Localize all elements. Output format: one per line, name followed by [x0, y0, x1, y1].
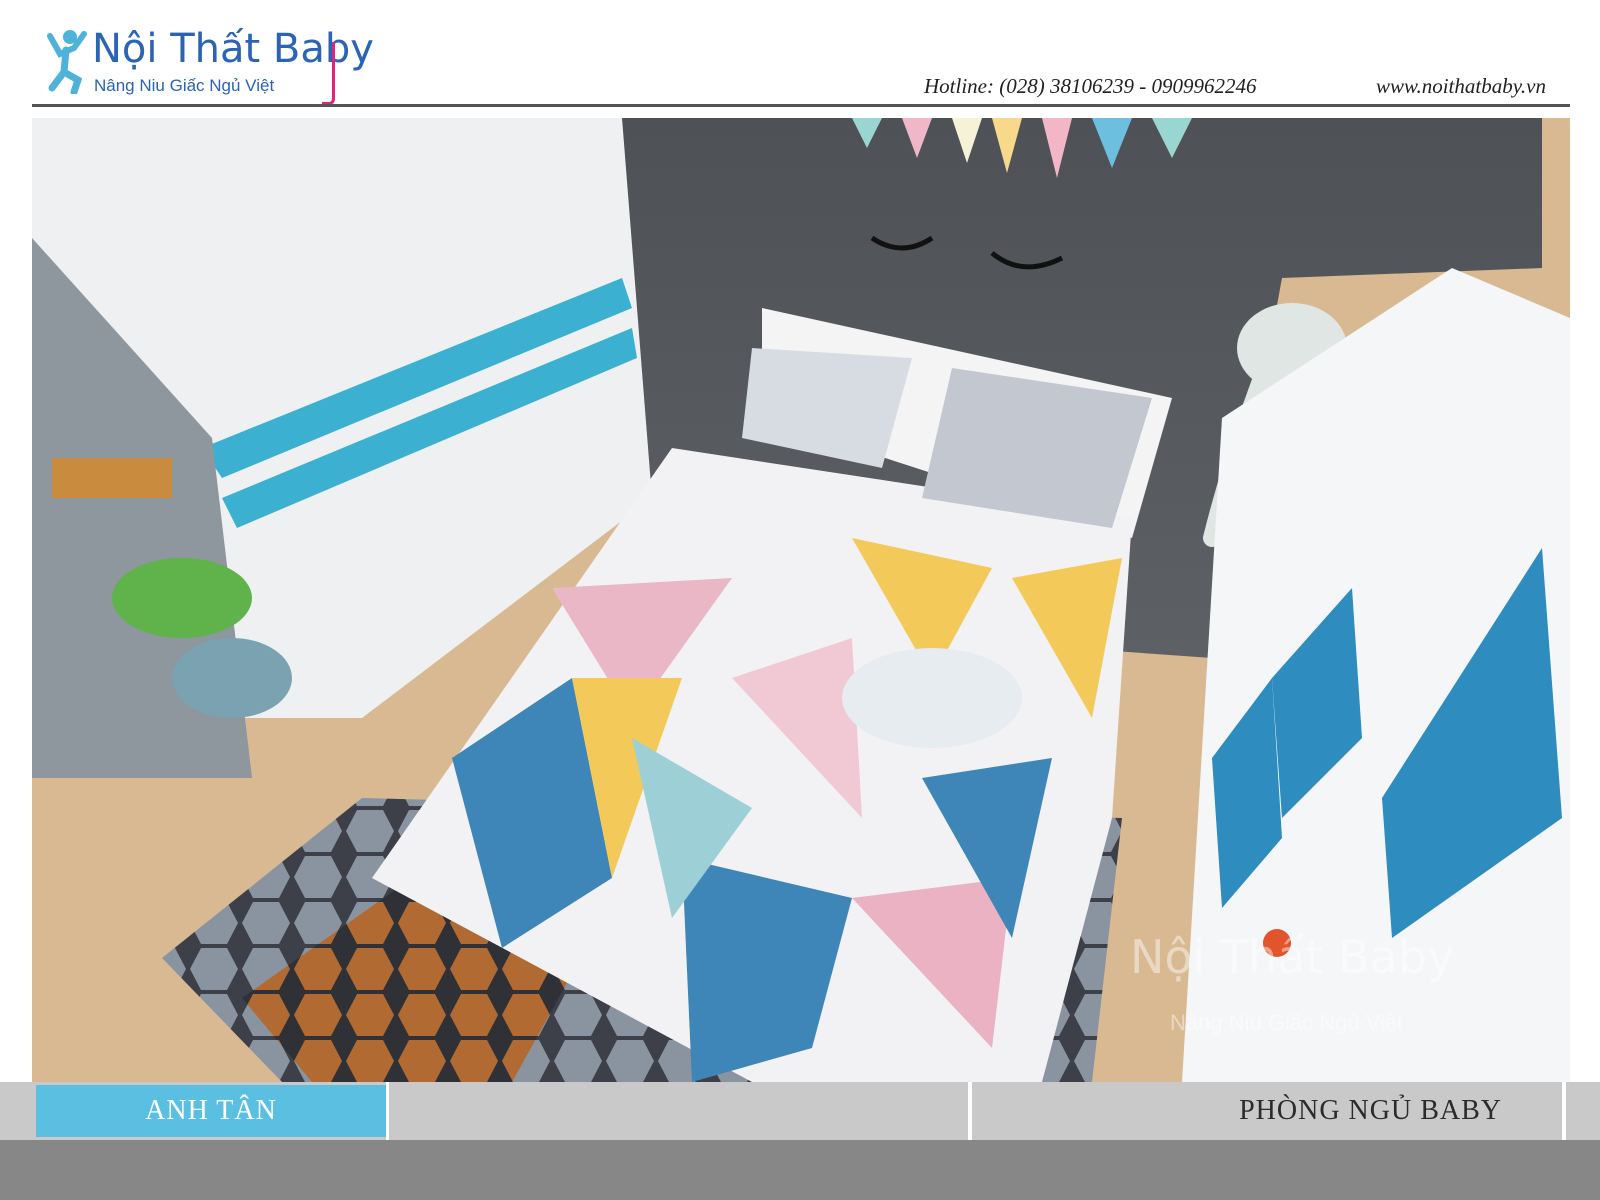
client-label-panel: ANH TÂN: [36, 1085, 386, 1137]
watermark-tagline: Nâng Niu Giấc Ngủ Việt: [1170, 1010, 1404, 1035]
footer-divider: [1562, 1082, 1566, 1140]
header-divider: [32, 104, 1570, 107]
logo-tagline: Nâng Niu Giấc Ngủ Việt: [94, 76, 275, 95]
footer-middle-panel: [388, 1085, 968, 1137]
logo-accent: [322, 42, 335, 105]
website-link[interactable]: www.noithatbaby.vn: [1376, 74, 1546, 99]
room-label: PHÒNG NGỦ BABY: [1239, 1095, 1502, 1126]
logo-child-icon: [47, 30, 87, 94]
page-header: Nội Thất Baby Nâng Niu Giấc Ngủ Việt Hot…: [0, 0, 1600, 112]
bottom-band: [0, 1140, 1600, 1200]
footer-divider: [386, 1082, 389, 1140]
brand-logo[interactable]: Nội Thất Baby Nâng Niu Giấc Ngủ Việt: [44, 24, 374, 105]
hotline-text: Hotline: (028) 38106239 - 0909962246: [924, 74, 1257, 98]
watermark-title: Nội Thất Baby: [1130, 930, 1455, 984]
room-label-panel: PHÒNG NGỦ BABY: [972, 1085, 1502, 1137]
client-label: ANH TÂN: [145, 1095, 277, 1126]
